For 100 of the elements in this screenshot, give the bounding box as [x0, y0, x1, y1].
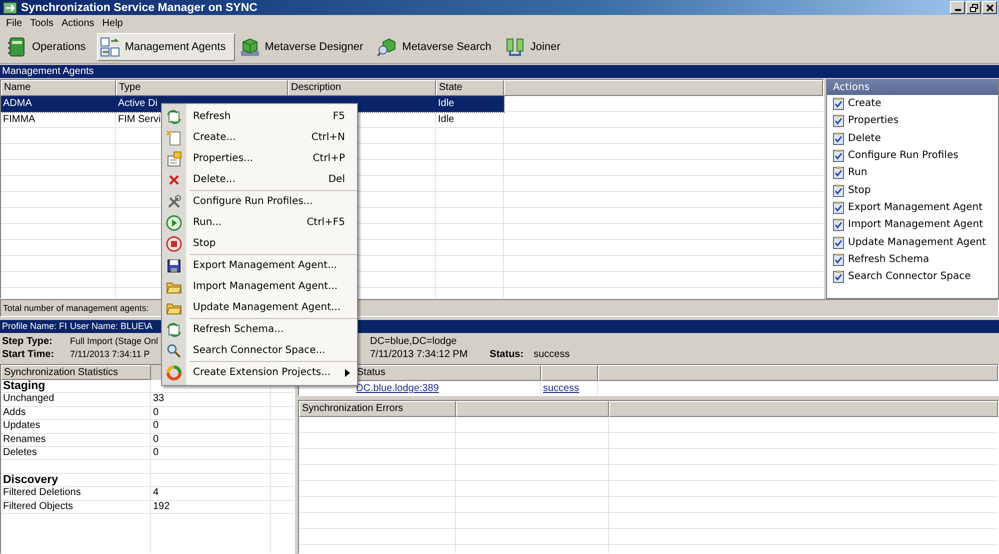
restore-icon — [970, 4, 978, 12]
table-cell-text: Unchanged — [2, 393, 56, 406]
group-heading: Discovery — [2, 474, 59, 486]
app-icon — [3, 2, 17, 14]
cube-icon — [240, 37, 260, 57]
menu-item[interactable]: Refresh Schema... — [162, 319, 357, 340]
menu-item[interactable]: Tools — [26, 18, 58, 28]
restore-button[interactable] — [966, 1, 981, 14]
column-header[interactable] — [504, 80, 823, 96]
profile-text: User Name: BLUE\A — [70, 320, 153, 333]
menu-item[interactable]: Export Management Agent... — [162, 255, 357, 276]
table-cell-text: 0 — [152, 446, 160, 460]
properties-icon — [166, 150, 182, 166]
clipboard-check-icon — [832, 97, 845, 110]
actions-header: Actions — [827, 80, 998, 95]
toolbar-button[interactable]: Joiner — [502, 33, 570, 61]
field-value: 7/11/2013 7:34:12 PM — [370, 348, 468, 361]
book-icon — [7, 37, 27, 57]
table-cell-text: Renames — [2, 434, 47, 446]
tools-icon — [166, 194, 182, 210]
clipboard-check-icon — [832, 200, 845, 214]
window-title: Synchronization Service Manager on SYNC — [21, 2, 258, 14]
table-cell[interactable]: FIMMA — [3, 114, 36, 125]
table-cell: Active Di — [118, 98, 158, 109]
menu-item[interactable]: Actions — [57, 18, 98, 28]
field-label: Status: — [490, 348, 524, 361]
column-header[interactable]: Synchronization Statistics — [1, 365, 151, 380]
table-cell-text: Adds — [2, 406, 27, 420]
search-icon — [166, 342, 182, 358]
field-value: 7/11/2013 7:34:11 P — [70, 348, 150, 361]
toolbar-button[interactable]: Metaverse Search — [374, 33, 500, 61]
action-link[interactable]: Configure Run Profiles — [848, 150, 958, 162]
play-icon — [166, 214, 182, 230]
table-cell-text: 33 — [152, 393, 166, 406]
clipboard-check-icon — [832, 270, 845, 284]
table-cell-text: 4 — [152, 487, 160, 500]
menu-item[interactable]: Refresh F5 — [162, 106, 357, 127]
section-header: Management Agents — [0, 65, 999, 78]
column-header[interactable] — [609, 401, 998, 417]
action-link[interactable]: Create — [848, 98, 882, 110]
menu-item[interactable]: Configure Run Profiles... — [162, 191, 357, 212]
menu-item[interactable]: Import Management Agent... — [162, 276, 357, 297]
clipboard-check-icon — [832, 236, 845, 249]
menu-item[interactable]: Stop — [162, 233, 357, 254]
server-link[interactable]: DC.blue.lodge:389 — [356, 383, 439, 394]
field-label: Start Time: — [2, 348, 54, 361]
menu-item[interactable]: Delete... Del — [162, 169, 357, 190]
status-text: Total number of management agents: — [3, 303, 149, 313]
field-label: Step Type: — [2, 335, 52, 348]
colored-ring-icon — [166, 364, 182, 380]
action-link[interactable]: Delete — [848, 132, 881, 144]
minimize-button[interactable] — [950, 1, 965, 14]
column-header[interactable] — [541, 365, 598, 381]
column-header[interactable]: Synchronization Errors — [299, 401, 456, 417]
action-link[interactable]: Stop — [848, 184, 871, 196]
column-header[interactable] — [598, 365, 998, 381]
clipboard-check-icon — [832, 166, 845, 180]
action-link[interactable]: Search Connector Space — [848, 271, 971, 282]
field-value: Full Import (Stage Onl — [70, 335, 158, 348]
menu-item[interactable]: Search Connector Space... — [162, 340, 357, 361]
field-value: DC=blue,DC=lodge — [370, 335, 457, 348]
table-cell-text: 0 — [152, 434, 160, 446]
toolbar-button[interactable]: Management Agents — [96, 33, 235, 61]
table-cell-text: Filtered Deletions — [2, 487, 82, 500]
column-header[interactable] — [456, 401, 609, 417]
action-link[interactable]: Refresh Schema — [848, 254, 930, 265]
action-link[interactable]: Properties — [848, 115, 899, 126]
action-link[interactable]: Run — [848, 167, 868, 178]
menu-item[interactable]: File — [2, 18, 26, 28]
profile-text: Profile Name: FI — [2, 320, 68, 333]
joiner-icon — [505, 37, 526, 57]
toolbar-button[interactable]: Operations — [4, 33, 95, 61]
menu-item[interactable]: Run... Ctrl+F5 — [162, 212, 357, 233]
table-cell-text: Filtered Objects — [2, 500, 74, 513]
stop-icon — [166, 236, 182, 252]
action-link[interactable]: Import Management Agent — [848, 219, 984, 230]
menu-item[interactable]: Update Management Agent... — [162, 297, 357, 318]
toolbar-button[interactable]: Metaverse Designer — [236, 33, 372, 61]
close-icon — [986, 4, 994, 12]
table-cell: Idle — [438, 98, 454, 109]
menu-item[interactable]: Help — [98, 18, 127, 28]
table-cell-text: 0 — [152, 420, 160, 433]
action-link[interactable]: Export Management Agent — [848, 202, 983, 213]
menu-item[interactable]: Properties... Ctrl+P — [162, 148, 357, 169]
table-cell[interactable]: ADMA — [3, 98, 32, 109]
table-cell: FIM Servi — [118, 114, 161, 125]
clipboard-check-icon — [832, 114, 845, 128]
group-heading: Staging — [2, 380, 46, 392]
clipboard-check-icon — [832, 184, 845, 197]
close-button[interactable] — [982, 1, 997, 14]
clipboard-check-icon — [832, 132, 845, 145]
action-link[interactable]: Update Management Agent — [848, 236, 986, 248]
clipboard-check-icon — [832, 252, 845, 266]
table-cell: Idle — [438, 114, 454, 125]
status-link[interactable]: success — [543, 383, 580, 394]
minimize-icon — [954, 9, 960, 11]
table-cell-text: 0 — [152, 406, 160, 420]
menu-item[interactable]: Create... Ctrl+N — [162, 127, 357, 148]
field-value: success — [534, 348, 570, 361]
table-cell-text: 192 — [152, 500, 171, 513]
